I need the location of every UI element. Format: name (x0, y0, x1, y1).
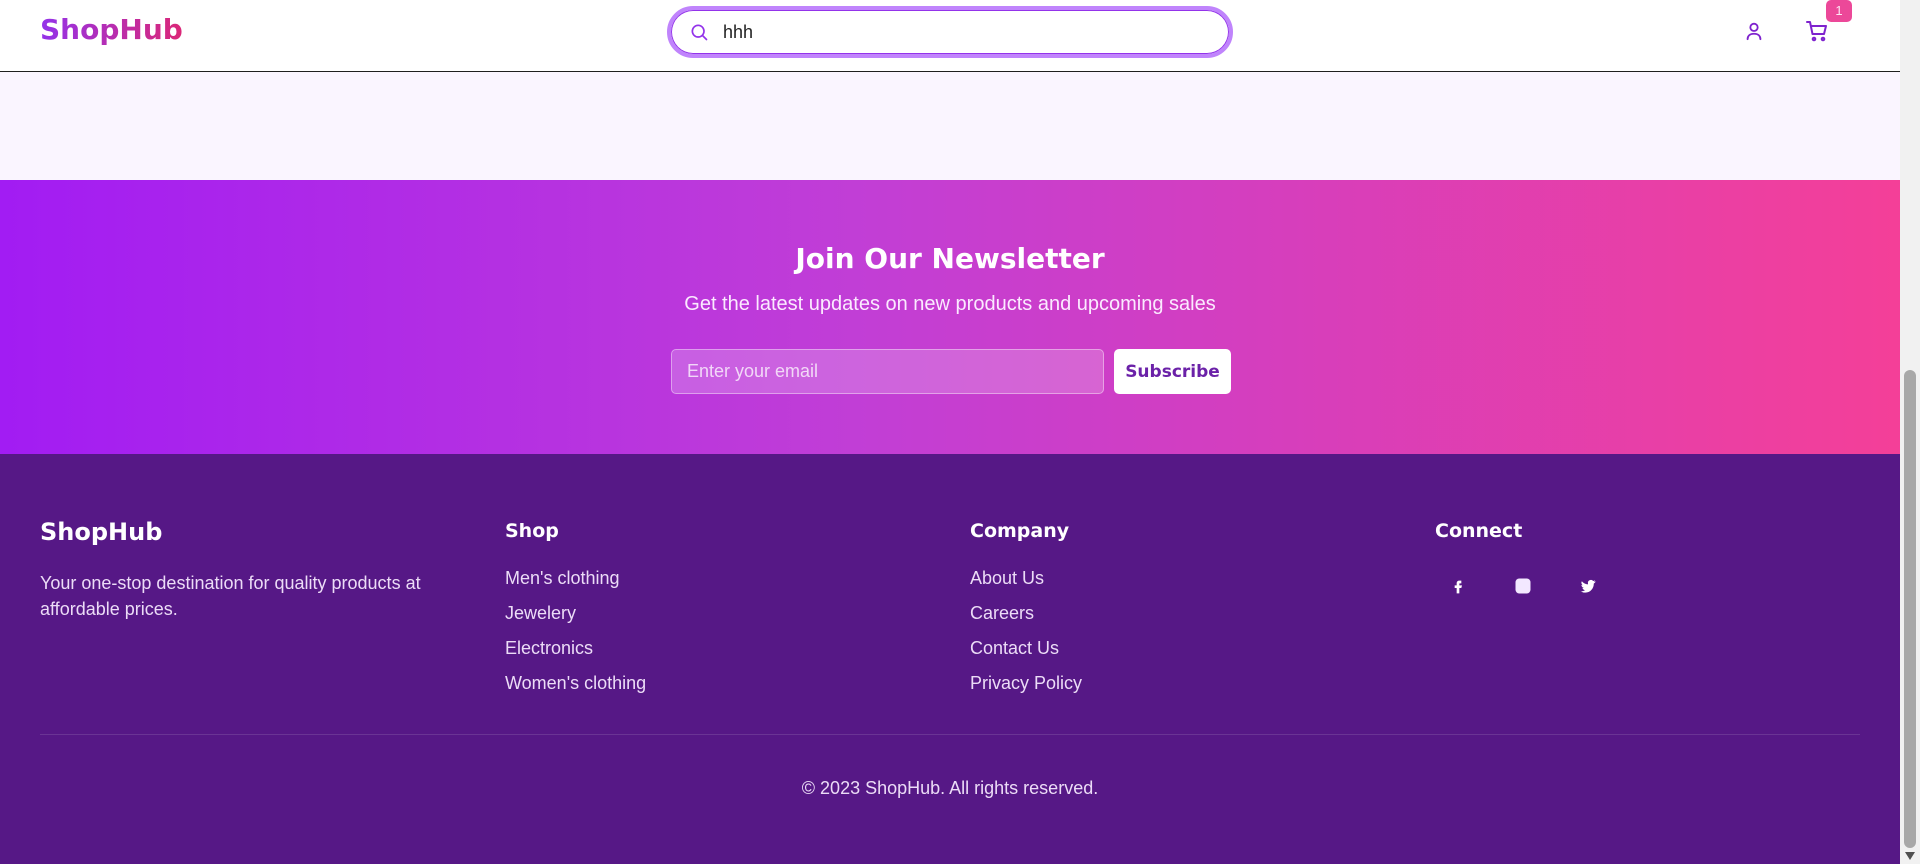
footer-link-mens-clothing[interactable]: Men's clothing (505, 566, 646, 601)
newsletter-section: Join Our Newsletter Get the latest updat… (0, 180, 1900, 454)
page: ShopHub 1 Join Our Newsletter Get the la… (0, 0, 1900, 864)
footer-shop-heading: Shop (505, 520, 559, 542)
footer-link-about-us[interactable]: About Us (970, 566, 1082, 601)
cart-count-badge: 1 (1826, 0, 1852, 22)
instagram-icon[interactable] (1503, 566, 1543, 606)
cart-icon[interactable] (1805, 19, 1829, 43)
facebook-icon[interactable] (1438, 566, 1478, 606)
footer-link-jewelery[interactable]: Jewelery (505, 601, 646, 636)
footer-divider (40, 734, 1860, 735)
footer-link-womens-clothing[interactable]: Women's clothing (505, 671, 646, 706)
footer-brand: ShopHub (40, 518, 163, 546)
newsletter-title: Join Our Newsletter (795, 242, 1105, 275)
subscribe-button[interactable]: Subscribe (1114, 349, 1231, 394)
footer-link-contact-us[interactable]: Contact Us (970, 636, 1082, 671)
twitter-glyph (1580, 579, 1596, 593)
footer-company-heading: Company (970, 520, 1070, 542)
footer-connect-column: Connect (1435, 518, 1522, 566)
twitter-icon[interactable] (1568, 566, 1608, 606)
footer-link-electronics[interactable]: Electronics (505, 636, 646, 671)
logo[interactable]: ShopHub (40, 13, 183, 46)
footer-connect-heading: Connect (1435, 520, 1523, 542)
site-header: ShopHub 1 (0, 0, 1900, 72)
scrollbar-thumb[interactable] (1904, 370, 1916, 848)
instagram-glyph (1515, 578, 1531, 594)
search-input[interactable] (723, 18, 1203, 46)
search-bar[interactable] (667, 6, 1233, 58)
footer-link-careers[interactable]: Careers (970, 601, 1082, 636)
facebook-glyph (1454, 580, 1462, 594)
footer-shop-column: Shop Men's clothing Jewelery Electronics… (505, 518, 646, 706)
footer-link-privacy-policy[interactable]: Privacy Policy (970, 671, 1082, 706)
footer-tagline: Your one-stop destination for quality pr… (40, 573, 421, 619)
newsletter-subtitle: Get the latest updates on new products a… (684, 293, 1216, 315)
newsletter-email-input[interactable] (671, 349, 1104, 394)
search-icon (691, 24, 708, 41)
page-scrollbar[interactable] (1900, 0, 1920, 864)
footer-company-column: Company About Us Careers Contact Us Priv… (970, 518, 1082, 706)
scroll-down-arrow-icon[interactable] (1905, 852, 1915, 860)
site-footer: ShopHub Your one-stop destination for qu… (0, 454, 1900, 864)
user-icon[interactable] (1743, 20, 1765, 42)
copyright-text: © 2023 ShopHub. All rights reserved. (801, 778, 1099, 798)
